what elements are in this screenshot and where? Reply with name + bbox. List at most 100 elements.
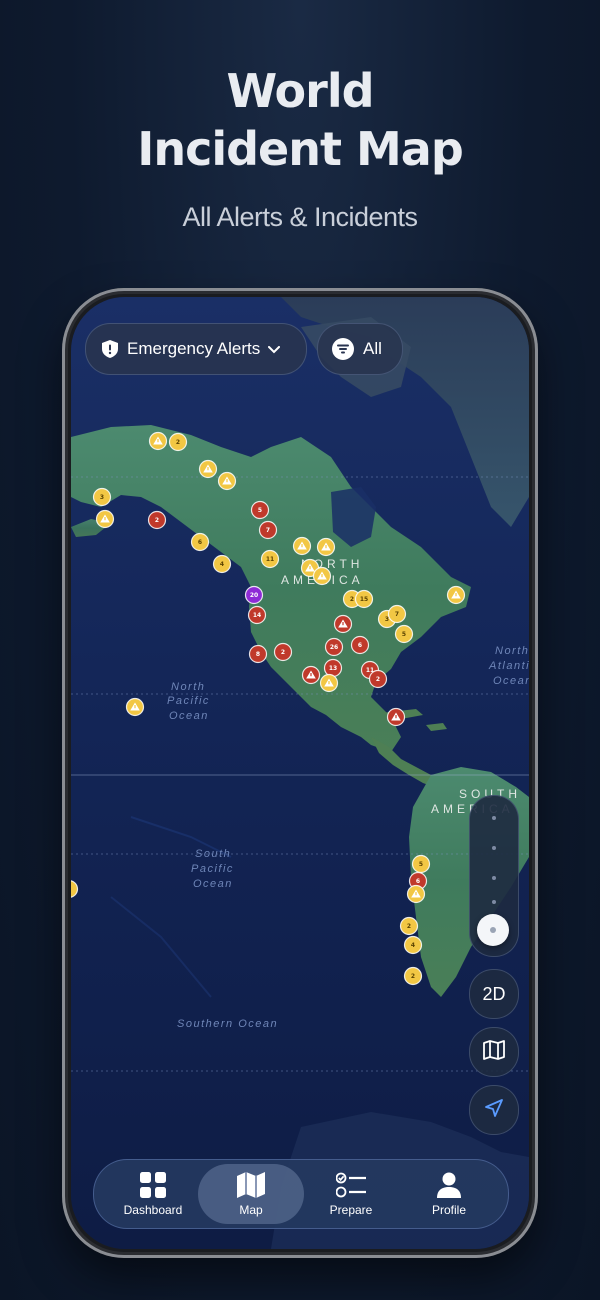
incident-cluster-marker[interactable]: 4 [212, 554, 232, 574]
marker-count: 2 [176, 439, 180, 446]
incident-alert-marker[interactable] [386, 707, 406, 727]
marker-count: 7 [395, 611, 399, 618]
zoom-handle[interactable] [477, 914, 509, 946]
incident-cluster-marker[interactable]: 2 [368, 669, 388, 689]
marker-count: 6 [416, 878, 420, 885]
incident-cluster-marker[interactable]: 5 [394, 624, 414, 644]
incident-cluster-marker[interactable]: 5 [250, 500, 270, 520]
tab-label: Map [239, 1203, 263, 1217]
zoom-step [492, 876, 496, 880]
incident-cluster-marker[interactable]: 7 [258, 520, 278, 540]
incident-cluster-marker[interactable]: 2 [399, 916, 419, 936]
profile-icon [437, 1171, 461, 1199]
incident-cluster-marker[interactable]: 3 [92, 487, 112, 507]
marker-count: 2 [411, 973, 415, 980]
filter-button[interactable]: All [317, 323, 403, 375]
incident-alert-marker[interactable] [95, 509, 115, 529]
incident-cluster-marker[interactable]: 2 [273, 642, 293, 662]
alert-type-selector[interactable]: Emergency Alerts [85, 323, 307, 375]
incident-alert-marker[interactable] [312, 566, 332, 586]
tab-dashboard[interactable]: Dashboard [100, 1164, 206, 1224]
tab-label: Prepare [329, 1203, 373, 1217]
view-mode-toggle[interactable]: 2D [469, 969, 519, 1019]
incident-alert-marker[interactable] [319, 673, 339, 693]
incident-alert-marker[interactable] [198, 459, 218, 479]
world-map[interactable]: NORTH AMERICA SOUTH AMERICA North Pacifi… [71, 297, 529, 1249]
hero-title-line1: World [226, 64, 374, 118]
filter-label: All [363, 339, 382, 358]
incident-alert-marker[interactable] [446, 585, 466, 605]
marker-count: 5 [419, 861, 423, 868]
incident-cluster-marker[interactable]: 13 [323, 658, 343, 678]
incident-cluster-marker[interactable]: 6 [190, 532, 210, 552]
marker-count: 20 [250, 592, 258, 599]
marker-count: 5 [402, 631, 406, 638]
incident-cluster-marker[interactable]: 26 [324, 637, 344, 657]
bottom-tab-bar: Dashboard Map Prepare Profile [93, 1159, 509, 1229]
marker-count: 8 [256, 651, 260, 658]
location-arrow-icon [484, 1098, 504, 1123]
zoom-step [492, 900, 496, 904]
label-north-atlantic: North [495, 645, 529, 657]
incident-cluster-marker[interactable]: 6 [350, 635, 370, 655]
marker-count: 3 [100, 494, 104, 501]
marker-count: 6 [358, 642, 362, 649]
zoom-slider[interactable] [469, 795, 519, 957]
incident-alert-marker[interactable] [217, 471, 237, 491]
incident-cluster-marker[interactable]: 7 [387, 604, 407, 624]
incident-cluster-marker[interactable]: 2 [147, 510, 167, 530]
marker-count: 5 [258, 507, 262, 514]
incident-alert-marker[interactable] [333, 614, 353, 634]
marker-count: 26 [330, 644, 338, 651]
alert-type-label: Emergency Alerts [127, 339, 261, 358]
incident-cluster-marker[interactable]: 5 [411, 854, 431, 874]
incident-cluster-marker[interactable]: 2 [403, 966, 423, 986]
tab-prepare[interactable]: Prepare [298, 1164, 404, 1224]
hero-subtitle: All Alerts & Incidents [182, 202, 418, 232]
incident-alert-marker[interactable] [125, 697, 145, 717]
hero-title: World Incident Map [0, 62, 600, 178]
tab-profile[interactable]: Profile [396, 1164, 502, 1224]
filter-lines-icon [332, 338, 354, 360]
incident-cluster-marker[interactable]: 8 [248, 644, 268, 664]
marker-count: 14 [253, 612, 261, 619]
label-north-atlantic: Ocean [493, 675, 529, 687]
dashboard-grid-icon [140, 1171, 166, 1199]
label-south-pacific: South [195, 848, 231, 860]
shield-alert-icon [102, 340, 118, 358]
incident-cluster-marker[interactable]: 2 [168, 432, 188, 452]
tab-label: Profile [431, 1203, 466, 1217]
incident-alert-marker[interactable] [316, 537, 336, 557]
tab-map[interactable]: Map [198, 1164, 304, 1224]
incident-cluster-marker[interactable]: 20 [244, 585, 264, 605]
incident-cluster-marker[interactable]: 15 [354, 589, 374, 609]
chevron-down-icon [268, 339, 281, 359]
marker-count: 4 [411, 942, 415, 949]
incident-cluster-marker[interactable]: 14 [247, 605, 267, 625]
zoom-step [492, 846, 496, 850]
incident-cluster-marker[interactable]: 11 [260, 549, 280, 569]
marker-count: 7 [266, 527, 270, 534]
marker-count: 3 [385, 616, 389, 623]
map-layers-button[interactable] [469, 1027, 519, 1077]
marker-count: 2 [350, 596, 354, 603]
incident-alert-marker[interactable] [406, 884, 426, 904]
marker-count: 4 [220, 561, 224, 568]
incident-alert-marker[interactable] [148, 431, 168, 451]
map-icon [237, 1171, 265, 1199]
tab-label: Dashboard [123, 1203, 183, 1217]
label-north-atlantic: Atlantic [488, 660, 529, 672]
map-layers-icon [483, 1039, 505, 1065]
label-southern-ocean: Southern Ocean [177, 1018, 278, 1030]
incident-cluster-marker[interactable]: 4 [403, 935, 423, 955]
marker-count: 2 [155, 517, 159, 524]
label-south-pacific: Ocean [193, 878, 233, 890]
label-north-pacific: Ocean [169, 710, 209, 722]
incident-alert-marker[interactable] [292, 536, 312, 556]
zoom-step [492, 816, 496, 820]
locate-me-button[interactable] [469, 1085, 519, 1135]
marker-count: 13 [329, 665, 337, 672]
marker-count: 2 [281, 649, 285, 656]
incident-alert-marker[interactable] [301, 665, 321, 685]
marker-count: 6 [198, 539, 202, 546]
